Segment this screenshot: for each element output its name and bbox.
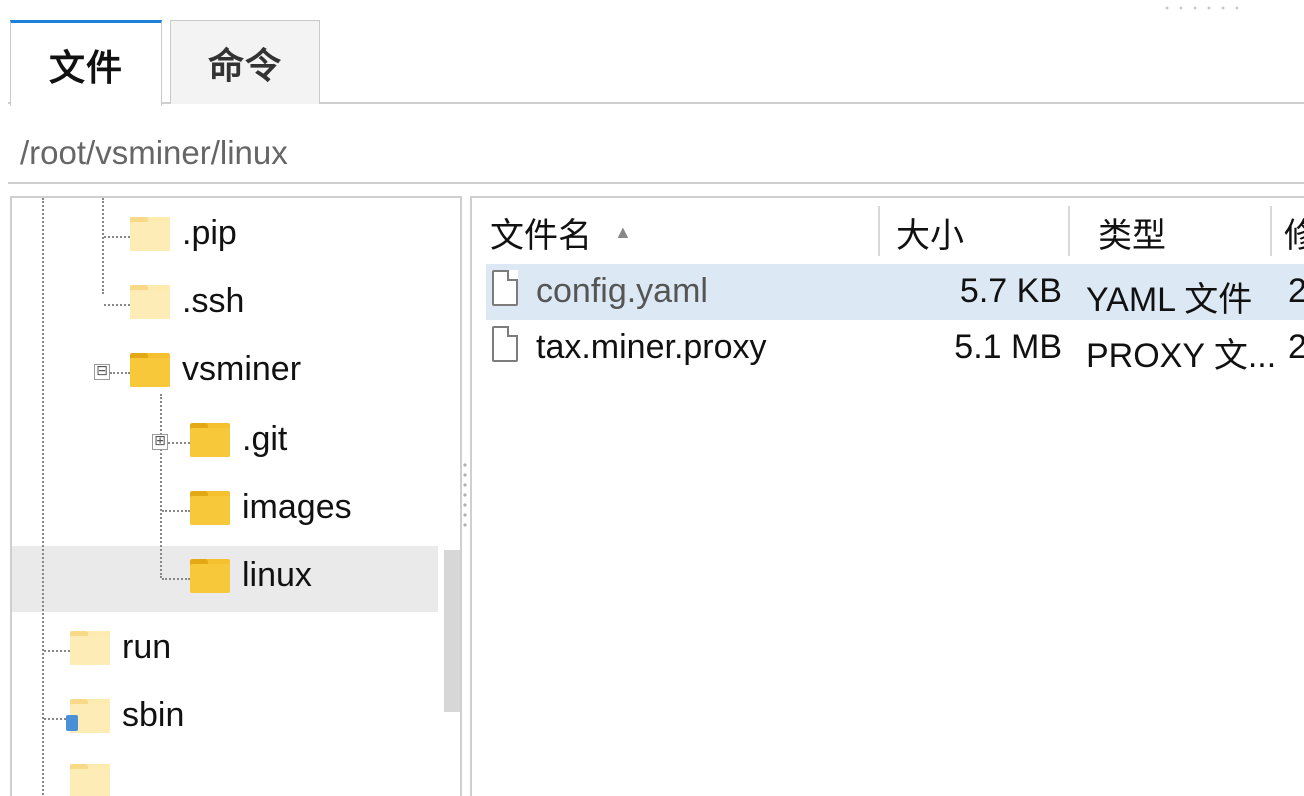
column-header-name[interactable]: 文件名 ▲ bbox=[490, 208, 632, 257]
file-modified: 2 bbox=[1288, 272, 1304, 311]
tree-item-ssh[interactable]: .ssh bbox=[130, 282, 244, 321]
expand-toggle-git[interactable]: ⊞ bbox=[152, 434, 168, 450]
file-name: tax.miner.proxy bbox=[536, 328, 767, 366]
file-icon bbox=[492, 326, 518, 362]
tree-connector bbox=[44, 650, 70, 652]
tree-guide-level1 bbox=[102, 198, 104, 294]
column-divider[interactable] bbox=[1270, 206, 1272, 256]
file-row[interactable]: config.yaml 5.7 KB YAML 文件 2 bbox=[486, 264, 1304, 320]
folder-icon bbox=[130, 216, 170, 251]
folder-icon bbox=[70, 630, 110, 665]
tree-connector bbox=[110, 372, 130, 374]
tree-item-run[interactable]: run bbox=[70, 628, 171, 667]
file-size: 5.7 KB bbox=[959, 272, 1062, 310]
file-name: config.yaml bbox=[536, 272, 708, 310]
tab-commands[interactable]: 命令 bbox=[170, 20, 320, 104]
tree-item-images[interactable]: images bbox=[190, 488, 352, 527]
tree-item-git[interactable]: .git bbox=[190, 420, 287, 459]
file-row[interactable]: tax.miner.proxy 5.1 MB PROXY 文... 2 bbox=[486, 320, 1304, 376]
file-size: 5.1 MB bbox=[954, 328, 1062, 366]
sort-ascending-icon: ▲ bbox=[614, 222, 632, 242]
tree-guide-level2 bbox=[160, 394, 162, 578]
folder-icon bbox=[130, 284, 170, 319]
folder-icon bbox=[190, 422, 230, 457]
tree-scrollbar-thumb[interactable] bbox=[444, 550, 460, 712]
folder-icon bbox=[190, 490, 230, 525]
column-header-type[interactable]: 类型 bbox=[1098, 208, 1166, 257]
tab-bar: 文件 命令 bbox=[0, 0, 1304, 106]
column-header-modified[interactable]: 修 bbox=[1284, 208, 1304, 257]
tree-item-linux[interactable]: linux bbox=[190, 556, 312, 595]
tab-files[interactable]: 文件 bbox=[10, 20, 162, 106]
tree-connector bbox=[162, 578, 190, 580]
tree-item-partial[interactable] bbox=[70, 764, 110, 796]
tree-item-vsminer[interactable]: vsminer bbox=[130, 350, 301, 389]
tree-item-pip[interactable]: .pip bbox=[130, 214, 237, 253]
file-icon bbox=[492, 270, 518, 306]
tree-connector bbox=[104, 236, 130, 238]
path-divider bbox=[8, 182, 1304, 184]
file-list[interactable]: 文件名 ▲ 大小 类型 修 config.yaml 5.7 KB YAML 文件… bbox=[470, 196, 1304, 796]
folder-icon bbox=[190, 558, 230, 593]
column-header-size[interactable]: 大小 bbox=[896, 208, 964, 257]
folder-open-icon bbox=[130, 352, 170, 387]
folder-link-icon bbox=[66, 698, 110, 733]
folder-icon bbox=[70, 764, 110, 796]
file-modified: 2 bbox=[1288, 328, 1304, 367]
file-type: PROXY 文... bbox=[1086, 337, 1277, 375]
collapse-toggle-vsminer[interactable]: ⊟ bbox=[94, 364, 110, 380]
pane-splitter[interactable] bbox=[462, 460, 468, 532]
file-list-header: 文件名 ▲ 大小 类型 修 bbox=[472, 198, 1304, 262]
file-type: YAML 文件 bbox=[1086, 281, 1253, 319]
folder-tree[interactable]: ⊟ ⊞ .pip .ssh vsminer .git images linux … bbox=[10, 196, 462, 796]
current-path[interactable]: /root/vsminer/linux bbox=[20, 134, 288, 172]
tree-connector bbox=[104, 304, 130, 306]
column-divider[interactable] bbox=[878, 206, 880, 256]
tree-item-sbin[interactable]: sbin bbox=[66, 696, 184, 735]
tree-connector bbox=[162, 510, 190, 512]
column-divider[interactable] bbox=[1068, 206, 1070, 256]
tree-connector bbox=[168, 442, 190, 444]
tree-guide-root bbox=[42, 198, 44, 796]
